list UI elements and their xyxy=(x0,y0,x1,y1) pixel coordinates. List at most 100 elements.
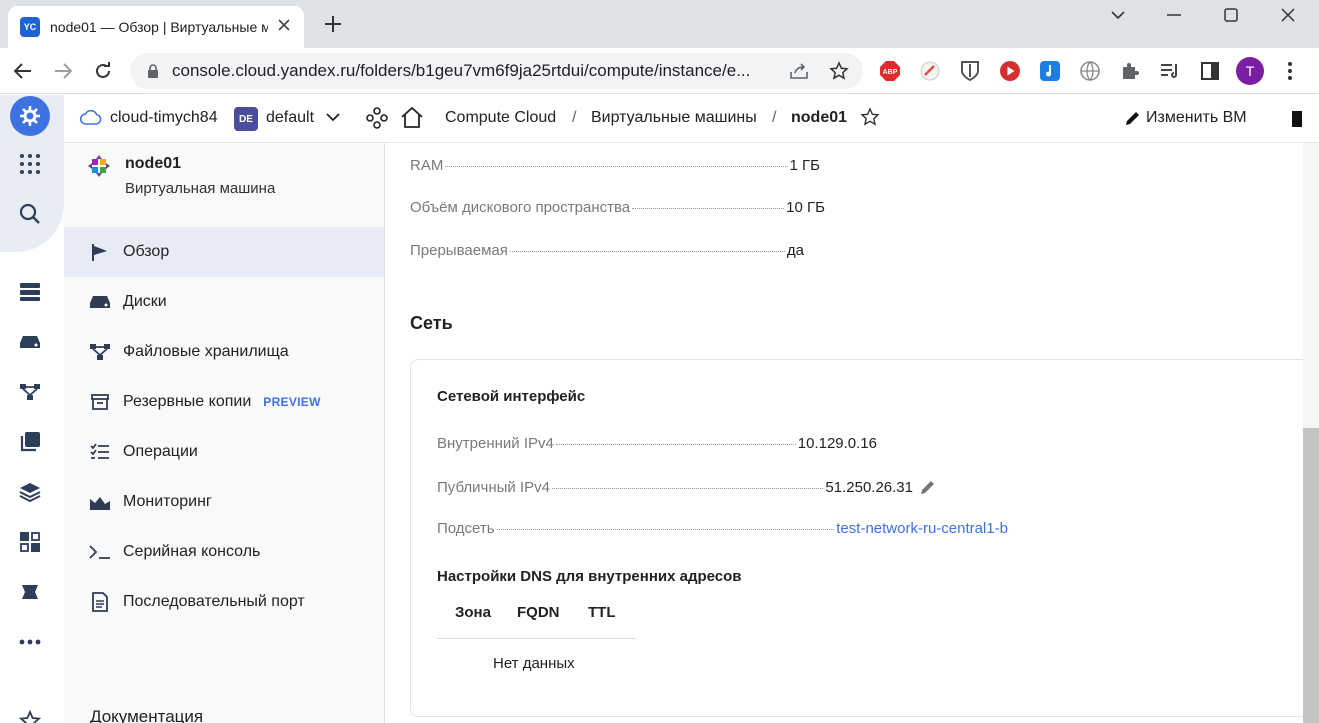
network-topology-icon[interactable] xyxy=(14,376,46,408)
menu-item-monitoring[interactable]: Мониторинг xyxy=(64,477,384,527)
globe-extension-icon[interactable] xyxy=(1078,59,1102,83)
spec-value: 1 ГБ xyxy=(789,157,820,174)
more-actions-icon[interactable] xyxy=(1292,111,1302,127)
menu-item-disks[interactable]: Диски xyxy=(64,277,384,327)
browser-tab-strip: YC node01 — Обзор | Виртуальные машины xyxy=(0,0,1319,48)
new-tab-button[interactable] xyxy=(320,12,346,38)
dns-empty-state: Нет данных xyxy=(493,655,575,672)
layers-stack-icon[interactable] xyxy=(14,476,46,508)
image-snapshots-icon[interactable] xyxy=(14,426,46,458)
menu-item-label: Диски xyxy=(123,293,167,310)
spec-value: да xyxy=(786,242,804,259)
lock-icon[interactable] xyxy=(144,62,162,80)
public-ipv4-value-wrap: 51.250.26.31 xyxy=(825,478,937,496)
bookmark-star-icon[interactable] xyxy=(828,60,850,82)
folder-chevron-down-icon[interactable] xyxy=(326,109,340,130)
resource-menu: node01 Виртуальная машина Обзор Диски Фа… xyxy=(64,143,385,723)
menu-item-label: Обзор xyxy=(123,243,170,260)
close-window-icon[interactable] xyxy=(1260,0,1316,30)
extension-compass-icon[interactable] xyxy=(918,59,942,83)
url-text[interactable]: console.cloud.yandex.ru/folders/b1geu7vm… xyxy=(172,61,778,81)
leader-dots xyxy=(632,208,785,209)
overview-content: RAM 1 ГБ Объём дискового пространства 10… xyxy=(385,143,1319,723)
dns-column-fqdn: FQDN xyxy=(517,604,560,621)
edit-vm-label: Изменить ВМ xyxy=(1146,109,1247,126)
breadcrumb-compute-cloud[interactable]: Compute Cloud xyxy=(445,109,556,127)
forward-arrow-icon[interactable] xyxy=(48,56,78,86)
menu-item-serial-console[interactable]: Серийная консоль xyxy=(64,527,384,577)
browser-toolbar: console.cloud.yandex.ru/folders/b1geu7vm… xyxy=(0,48,1319,94)
favorite-star-icon[interactable] xyxy=(860,107,880,132)
file-storage-icon xyxy=(89,341,111,363)
menu-item-backups[interactable]: Резервные копии PREVIEW xyxy=(64,377,384,427)
cloud-icon xyxy=(79,109,102,130)
leader-dots xyxy=(551,487,824,489)
network-interface-card: Сетевой интерфейс Внутренний IPv4 10.129… xyxy=(410,359,1310,717)
operations-list-icon xyxy=(89,441,111,463)
breadcrumb-virtual-machines[interactable]: Виртуальные машины xyxy=(591,109,757,127)
maximize-window-icon[interactable] xyxy=(1203,0,1259,30)
edit-pencil-icon[interactable] xyxy=(919,478,937,496)
folder-badge: DE xyxy=(234,107,258,131)
profile-avatar[interactable]: T xyxy=(1236,57,1264,85)
placement-groups-icon[interactable] xyxy=(14,526,46,558)
adblock-plus-icon[interactable]: ABP xyxy=(878,59,902,83)
compute-servers-icon[interactable] xyxy=(14,276,46,308)
network-section-title: Сеть xyxy=(410,313,453,333)
youtube-play-icon[interactable] xyxy=(998,59,1022,83)
internal-ipv4-row: Внутренний IPv4 10.129.0.16 xyxy=(437,435,877,452)
edit-vm-button[interactable]: Изменить ВМ xyxy=(1124,109,1247,127)
share-icon[interactable] xyxy=(788,60,810,82)
address-bar[interactable]: console.cloud.yandex.ru/folders/b1geu7vm… xyxy=(130,53,863,89)
browser-tab[interactable]: YC node01 — Обзор | Виртуальные машины xyxy=(8,6,304,48)
spec-preemptible-row: Прерываемая да xyxy=(410,242,804,259)
menu-item-file-storages[interactable]: Файловые хранилища xyxy=(64,327,384,377)
favorites-star-icon[interactable] xyxy=(14,705,46,723)
instance-groups-icon[interactable] xyxy=(14,576,46,608)
disk-drive-icon[interactable] xyxy=(14,326,46,358)
pencil-icon xyxy=(1126,112,1139,125)
svg-text:ABP: ABP xyxy=(883,69,898,76)
spec-key: Объём дискового пространства xyxy=(410,199,631,216)
leader-dots xyxy=(445,166,788,167)
content-scrollbar-thumb[interactable] xyxy=(1303,428,1319,723)
music-note-extension-icon[interactable] xyxy=(1038,59,1062,83)
internal-ipv4-value: 10.129.0.16 xyxy=(797,435,877,452)
folder-name[interactable]: default xyxy=(266,109,314,127)
yandex-cloud-logo-icon[interactable] xyxy=(10,96,50,136)
app-left-rail xyxy=(0,95,64,723)
more-services-ellipsis-icon[interactable] xyxy=(14,626,46,658)
minimize-window-icon[interactable] xyxy=(1146,0,1202,30)
all-services-grid-icon[interactable] xyxy=(14,148,46,180)
dns-column-zone: Зона xyxy=(455,604,491,621)
services-hub-icon[interactable] xyxy=(366,107,388,134)
home-icon[interactable] xyxy=(400,106,424,133)
spec-key: Прерываемая xyxy=(410,242,508,259)
menu-item-overview[interactable]: Обзор xyxy=(64,227,384,277)
disk-icon xyxy=(89,291,111,313)
tab-close-icon[interactable] xyxy=(274,18,294,36)
menu-item-operations[interactable]: Операции xyxy=(64,427,384,477)
leader-dots xyxy=(496,529,835,530)
browser-menu-kebab-icon[interactable] xyxy=(1278,59,1302,83)
dns-settings-title: Настройки DNS для внутренних адресов xyxy=(437,568,742,585)
documentation-heading[interactable]: Документация xyxy=(90,707,203,723)
back-arrow-icon[interactable] xyxy=(8,56,38,86)
media-playlist-icon[interactable] xyxy=(1158,59,1182,83)
tab-search-chevron-icon[interactable] xyxy=(1090,0,1146,30)
menu-item-serial-port[interactable]: Последовательный порт xyxy=(64,577,384,627)
internal-ipv4-label: Внутренний IPv4 xyxy=(437,435,554,452)
public-ipv4-value: 51.250.26.31 xyxy=(825,478,913,496)
public-ipv4-row: Публичный IPv4 51.250.26.31 xyxy=(437,478,937,496)
breadcrumb-separator: / xyxy=(572,109,577,126)
terminal-icon xyxy=(89,541,111,563)
cloud-name[interactable]: cloud-timych84 xyxy=(110,109,218,127)
archive-icon xyxy=(89,391,111,413)
reload-icon[interactable] xyxy=(88,56,118,86)
subnet-link[interactable]: test-network-ru-central1-b xyxy=(836,520,1008,537)
resource-name: node01 xyxy=(125,155,182,172)
extensions-puzzle-icon[interactable] xyxy=(1118,59,1142,83)
bitwarden-shield-icon[interactable] xyxy=(958,59,982,83)
search-icon[interactable] xyxy=(14,198,46,230)
side-panel-icon[interactable] xyxy=(1198,59,1222,83)
